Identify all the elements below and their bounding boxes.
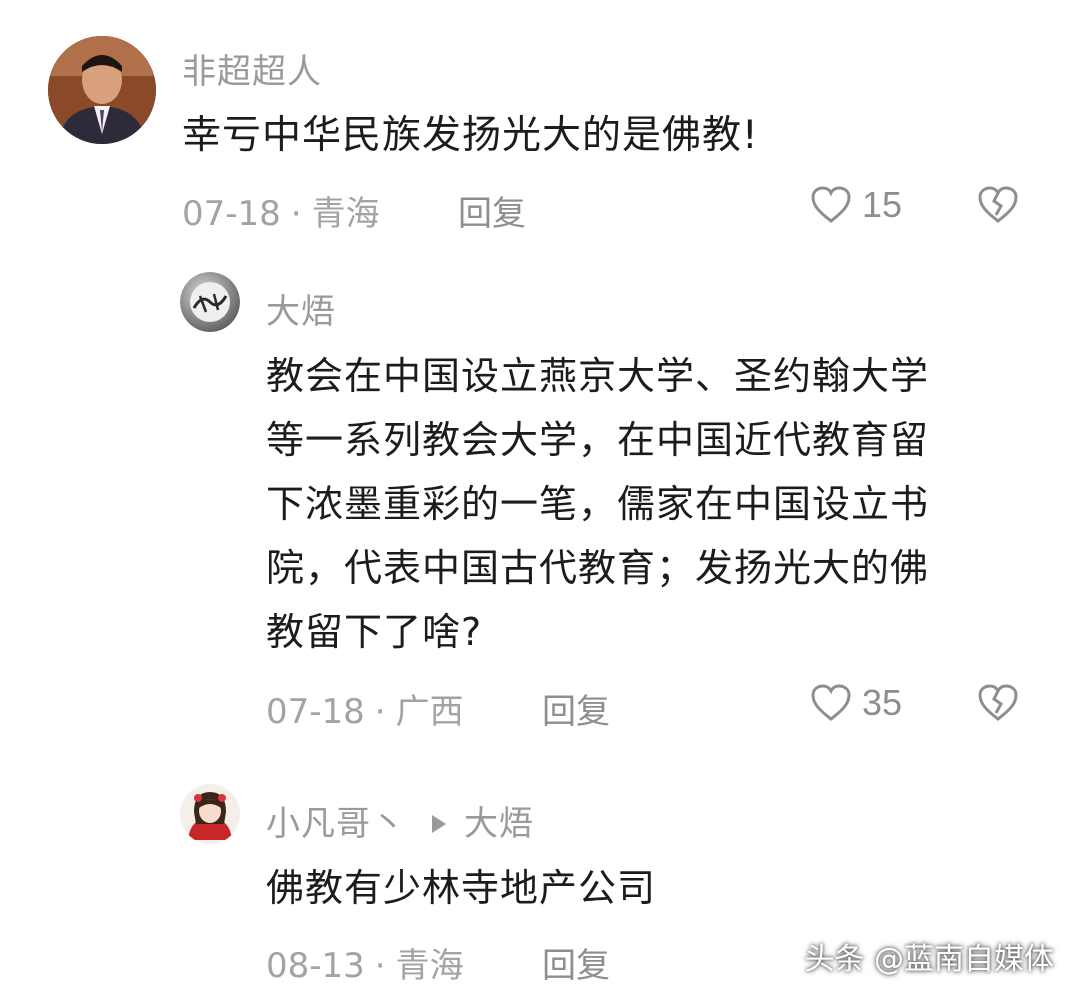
anime-girl-red-icon [180, 784, 240, 844]
reply-button[interactable]: 回复 [542, 684, 610, 733]
text-line: 院，代表中国古代教育；发扬光大的佛 [266, 546, 930, 590]
comment-text: 佛教有少林寺地产公司 [266, 866, 657, 910]
comment-username-line: 小凡哥丶 大焐 [266, 796, 534, 845]
comment-1: 非超超人 幸亏中华民族发扬光大的是佛教! 07-18 · 青海 回复 15 [0, 0, 1080, 250]
comment-username[interactable]: 大焐 [266, 284, 336, 333]
dislike-button[interactable] [976, 184, 1020, 230]
like-button[interactable]: 15 [810, 184, 902, 226]
broken-heart-icon [978, 684, 1018, 721]
meta-separator: · [374, 946, 386, 986]
comment-date: 07-18 [266, 692, 365, 732]
text-line: 教留下了啥? [266, 610, 483, 654]
comment-2: 大焐 教会在中国设立燕京大学、圣约翰大学 等一系列教会大学，在中国近代教育留 下… [0, 250, 1080, 760]
reply-arrow-icon [432, 814, 446, 833]
comment-meta: 07-18 · 青海 [182, 186, 380, 235]
text-line: 教会在中国设立燕京大学、圣约翰大学 [266, 354, 930, 398]
comment-username[interactable]: 非超超人 [182, 44, 322, 93]
heart-outline-icon [811, 684, 851, 721]
avatar[interactable] [180, 272, 240, 332]
text-line: 等一系列教会大学，在中国近代教育留 [266, 418, 930, 462]
comment-meta: 07-18 · 广西 [266, 684, 464, 733]
like-count: 35 [862, 682, 903, 723]
like-count: 15 [862, 184, 903, 225]
comment-date: 08-13 [266, 946, 365, 986]
heart-outline-icon [811, 186, 851, 223]
comment-location: 青海 [311, 194, 380, 234]
like-button[interactable]: 35 [810, 682, 902, 724]
reply-button[interactable]: 回复 [458, 186, 526, 235]
meta-separator: · [290, 194, 302, 234]
watermark: 头条 @蓝南自媒体 [804, 942, 1054, 977]
comment-location: 青海 [395, 946, 464, 986]
comment-meta: 08-13 · 青海 [266, 938, 464, 987]
comment-text: 幸亏中华民族发扬光大的是佛教! [182, 113, 759, 158]
comment-username[interactable]: 小凡哥丶 [266, 804, 406, 844]
comment-location: 广西 [395, 692, 464, 732]
dislike-button[interactable] [976, 682, 1020, 728]
avatar[interactable] [180, 784, 240, 844]
comment-date: 07-18 [182, 194, 281, 234]
comment-text: 教会在中国设立燕京大学、圣约翰大学 等一系列教会大学，在中国近代教育留 下浓墨重… [266, 344, 929, 664]
avatar[interactable] [48, 36, 156, 144]
reply-to-username[interactable]: 大焐 [464, 804, 534, 844]
text-line: 下浓墨重彩的一笔，儒家在中国设立书 [266, 482, 930, 526]
reply-button[interactable]: 回复 [542, 938, 610, 987]
broken-heart-icon [978, 186, 1018, 223]
man-in-suit-photo-icon [48, 36, 156, 144]
meta-separator: · [374, 692, 386, 732]
calligraphy-logo-icon [180, 272, 240, 332]
